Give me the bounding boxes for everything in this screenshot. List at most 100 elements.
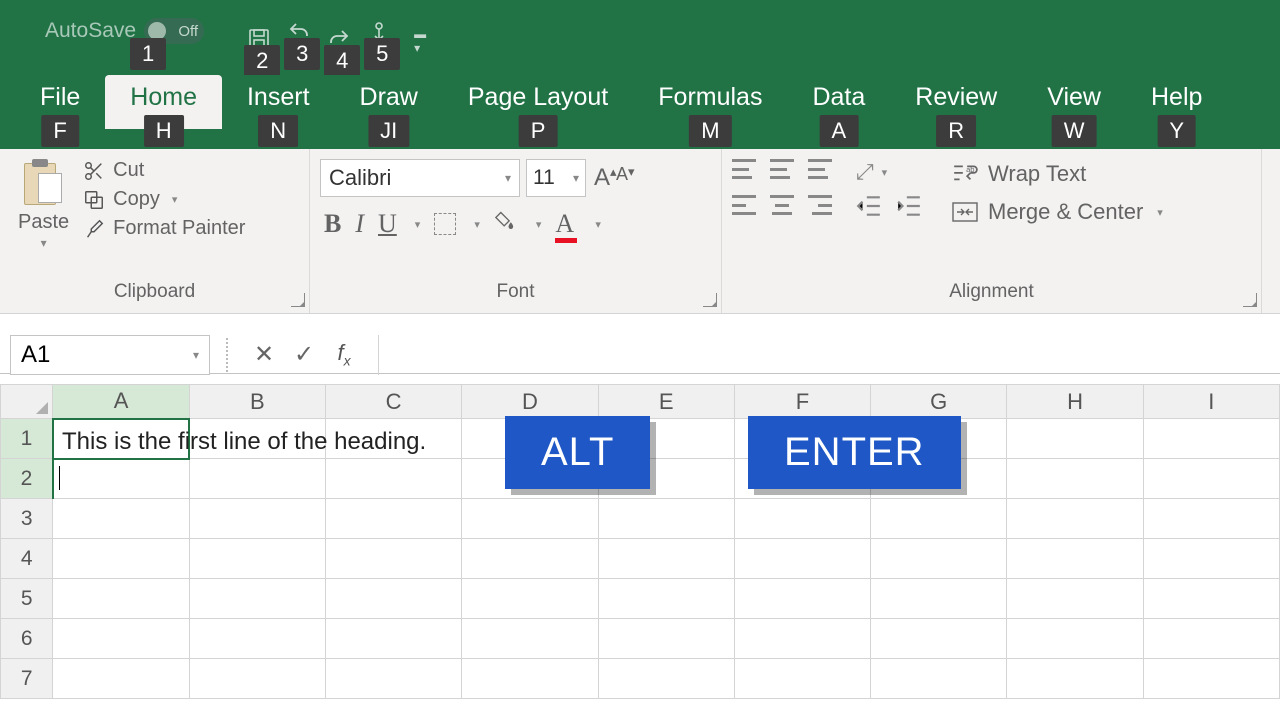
align-right-button[interactable] — [808, 195, 832, 215]
align-top-button[interactable] — [732, 159, 756, 179]
cell[interactable] — [325, 659, 461, 699]
cell[interactable] — [189, 499, 325, 539]
merge-center-button[interactable]: Merge & Center ▾ — [952, 199, 1163, 225]
dialog-launcher-icon[interactable] — [291, 293, 305, 307]
autosave-toggle[interactable]: AutoSave Off — [45, 18, 204, 44]
cell[interactable] — [325, 539, 461, 579]
cell[interactable] — [871, 539, 1007, 579]
cell[interactable] — [598, 619, 734, 659]
cut-button[interactable]: Cut — [83, 159, 245, 182]
cell[interactable] — [1007, 619, 1143, 659]
cell[interactable] — [462, 579, 598, 619]
column-header-b[interactable]: B — [189, 385, 325, 419]
cell[interactable] — [53, 499, 189, 539]
cell[interactable] — [189, 659, 325, 699]
cell[interactable] — [1143, 619, 1279, 659]
row-header-4[interactable]: 4 — [1, 539, 53, 579]
bold-button[interactable]: B — [324, 209, 341, 239]
cell[interactable] — [871, 619, 1007, 659]
chevron-down-icon[interactable]: ▾ — [172, 193, 178, 206]
cell[interactable] — [189, 579, 325, 619]
enter-button[interactable]: ✓ — [284, 340, 324, 369]
cell[interactable] — [598, 539, 734, 579]
cell[interactable] — [734, 619, 870, 659]
cell[interactable] — [325, 459, 461, 499]
align-center-button[interactable] — [770, 195, 794, 215]
cell[interactable] — [871, 579, 1007, 619]
decrease-font-button[interactable]: A▾ — [614, 164, 630, 192]
cell[interactable] — [598, 499, 734, 539]
row-header-5[interactable]: 5 — [1, 579, 53, 619]
cell[interactable] — [1143, 659, 1279, 699]
cell[interactable] — [53, 619, 189, 659]
align-bottom-button[interactable] — [808, 159, 832, 179]
wrap-text-button[interactable]: ab Wrap Text — [952, 161, 1163, 187]
cell[interactable] — [325, 579, 461, 619]
cell[interactable] — [734, 579, 870, 619]
dialog-launcher-icon[interactable] — [1243, 293, 1257, 307]
cell-h1[interactable] — [1007, 419, 1143, 459]
underline-button[interactable]: U — [378, 209, 397, 239]
format-painter-button[interactable]: Format Painter — [83, 217, 245, 240]
chevron-down-icon[interactable]: ▾ — [595, 218, 601, 231]
dialog-launcher-icon[interactable] — [703, 293, 717, 307]
row-header-1[interactable]: 1 — [1, 419, 53, 459]
cell[interactable] — [325, 619, 461, 659]
cell[interactable] — [1007, 659, 1143, 699]
column-header-i[interactable]: I — [1143, 385, 1279, 419]
row-header-6[interactable]: 6 — [1, 619, 53, 659]
cell[interactable] — [462, 539, 598, 579]
cell[interactable] — [734, 659, 870, 699]
chevron-down-icon[interactable]: ▾ — [193, 348, 199, 362]
cell[interactable] — [189, 539, 325, 579]
copy-button[interactable]: Copy ▾ — [83, 188, 245, 211]
customize-qat-icon[interactable]: ▬▾ — [414, 27, 426, 55]
cell[interactable] — [462, 619, 598, 659]
chevron-down-icon[interactable]: ▾ — [1157, 206, 1163, 219]
borders-button[interactable] — [434, 213, 456, 235]
decrease-indent-button[interactable] — [856, 195, 882, 217]
increase-font-button[interactable]: A▴ — [592, 164, 612, 192]
chevron-down-icon[interactable]: ▾ — [415, 218, 421, 231]
column-header-e[interactable]: E — [598, 385, 734, 419]
qat-save[interactable]: 2 — [244, 25, 274, 53]
chevron-down-icon[interactable]: ▾ — [536, 218, 542, 231]
cell[interactable] — [462, 659, 598, 699]
column-header-a[interactable]: A — [53, 385, 189, 419]
paste-button[interactable]: Paste ▾ — [10, 155, 77, 277]
qat-undo[interactable]: ▾ 3 — [284, 18, 314, 59]
italic-button[interactable]: I — [355, 209, 364, 239]
cell[interactable] — [1143, 539, 1279, 579]
cell[interactable] — [1007, 579, 1143, 619]
fill-color-button[interactable] — [494, 210, 518, 238]
column-header-h[interactable]: H — [1007, 385, 1143, 419]
row-header-7[interactable]: 7 — [1, 659, 53, 699]
insert-function-button[interactable]: fx — [324, 340, 364, 368]
chevron-down-icon[interactable]: ▾ — [474, 218, 480, 231]
cell[interactable] — [1007, 539, 1143, 579]
cancel-button[interactable]: ✕ — [244, 340, 284, 369]
row-header-2[interactable]: 2 — [1, 459, 53, 499]
cell[interactable] — [189, 459, 325, 499]
font-color-button[interactable]: A — [555, 209, 577, 239]
increase-indent-button[interactable] — [896, 195, 922, 217]
cell[interactable] — [1143, 499, 1279, 539]
align-left-button[interactable] — [732, 195, 756, 215]
cell[interactable] — [1143, 579, 1279, 619]
font-size-select[interactable]: 11 ▾ — [526, 159, 586, 197]
column-header-d[interactable]: D — [462, 385, 598, 419]
align-middle-button[interactable] — [770, 159, 794, 179]
row-header-3[interactable]: 3 — [1, 499, 53, 539]
select-all-button[interactable] — [1, 385, 53, 419]
column-header-c[interactable]: C — [325, 385, 461, 419]
orientation-button[interactable]: ⤢▾ — [856, 159, 887, 185]
column-header-g[interactable]: G — [871, 385, 1007, 419]
cell[interactable] — [462, 499, 598, 539]
cell-i1[interactable] — [1143, 419, 1279, 459]
qat-redo[interactable]: 4 — [324, 25, 354, 53]
cell[interactable] — [1007, 459, 1143, 499]
cell[interactable] — [53, 579, 189, 619]
qat-touch-mode[interactable]: ▾ 5 — [364, 18, 394, 59]
column-header-f[interactable]: F — [734, 385, 870, 419]
cell-a1-text[interactable]: This is the first line of the heading. — [56, 424, 432, 460]
